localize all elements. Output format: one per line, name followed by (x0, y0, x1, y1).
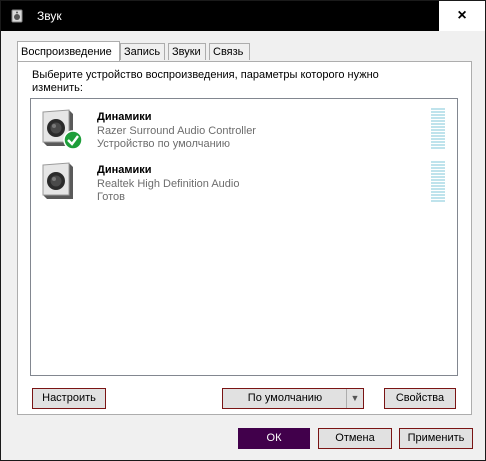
sound-dialog: Звук × Воспроизведение Запись Звуки Связ… (0, 0, 486, 461)
configure-button[interactable]: Настроить (32, 388, 106, 409)
speaker-title-icon (11, 9, 23, 23)
close-button[interactable]: × (439, 1, 485, 31)
cancel-button[interactable]: Отмена (318, 428, 392, 449)
device-status: Устройство по умолчанию (97, 138, 231, 150)
tab-recording[interactable]: Запись (120, 43, 165, 60)
playback-panel: Выберите устройство воспроизведения, пар… (17, 61, 472, 415)
device-name: Динамики (97, 111, 152, 123)
title-bar[interactable]: Звук × (1, 1, 485, 31)
device-name: Динамики (97, 164, 152, 176)
chevron-down-icon[interactable]: ▼ (346, 389, 363, 408)
device-status: Готов (97, 191, 125, 203)
ok-button[interactable]: ОК (238, 428, 310, 449)
properties-button[interactable]: Свойства (384, 388, 456, 409)
instruction-text: Выберите устройство воспроизведения, пар… (32, 69, 379, 94)
device-list[interactable]: Динамики Razer Surround Audio Controller… (30, 98, 458, 376)
default-check-icon (63, 130, 83, 150)
device-item-razer[interactable]: Динамики Razer Surround Audio Controller… (31, 104, 457, 154)
volume-meter (431, 161, 445, 205)
tab-communications[interactable]: Связь (209, 43, 250, 60)
device-description: Razer Surround Audio Controller (97, 125, 256, 137)
device-item-realtek[interactable]: Динамики Realtek High Definition Audio Г… (31, 157, 457, 207)
window-title: Звук (37, 9, 62, 23)
apply-button[interactable]: Применить (399, 428, 473, 449)
volume-meter (431, 108, 445, 152)
set-default-label: По умолчанию (247, 392, 323, 404)
device-description: Realtek High Definition Audio (97, 178, 240, 190)
tab-playback[interactable]: Воспроизведение (17, 41, 120, 61)
set-default-button[interactable]: По умолчанию ▼ (222, 388, 364, 409)
speaker-icon (42, 162, 73, 199)
tab-sounds[interactable]: Звуки (168, 43, 206, 60)
